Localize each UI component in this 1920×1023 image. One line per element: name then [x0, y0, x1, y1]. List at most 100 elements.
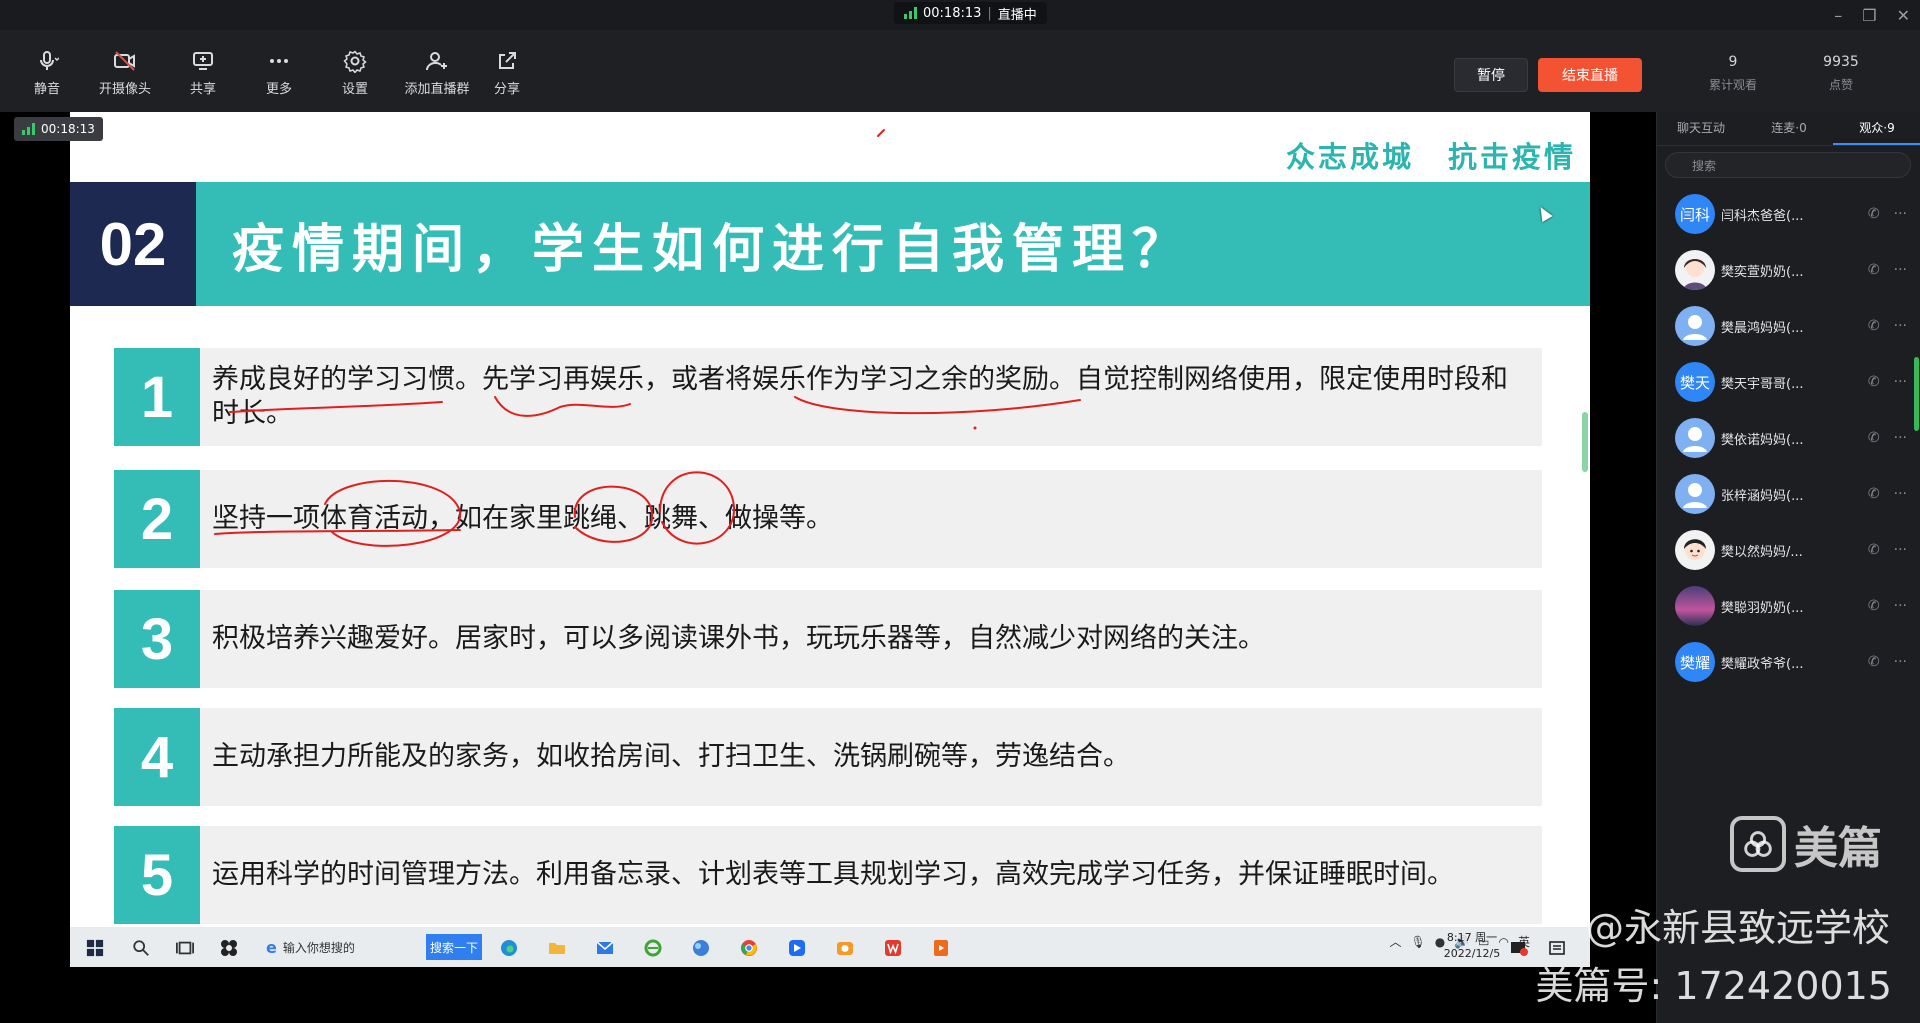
- list-item: 1 养成良好的学习习惯。先学习再娱乐，或者将娱乐作为学习之余的奖励。自觉控制网络…: [114, 348, 1542, 446]
- avatar: [1675, 586, 1715, 626]
- tab-audience[interactable]: 观众·9: [1833, 112, 1920, 145]
- live-timer: 00:18:13: [923, 5, 982, 21]
- more-button[interactable]: 更多: [242, 48, 316, 97]
- panel-scrollbar[interactable]: [1914, 357, 1919, 431]
- avatar: 樊耀: [1675, 642, 1715, 682]
- default-user-icon: [1683, 315, 1707, 340]
- presentation-slide: 众志成城 抗击疫情 02 疫情期间，学生如何进行自我管理？ 1 养成良好的学习习惯…: [70, 112, 1590, 927]
- more-icon[interactable]: ···: [1894, 598, 1907, 614]
- wps-icon[interactable]: [882, 937, 904, 959]
- more-icon[interactable]: ···: [1894, 430, 1907, 446]
- taskbar-search-input[interactable]: 输入你想搜的: [283, 939, 355, 956]
- cumulative-viewers-stat: 9 累计观看: [1688, 54, 1778, 93]
- list-item[interactable]: 樊耀 樊耀政爷爷(... ✆ ···: [1657, 634, 1920, 690]
- list-item[interactable]: 张梓涵妈妈(... ✆ ···: [1657, 466, 1920, 522]
- more-icon[interactable]: ···: [1894, 318, 1907, 334]
- close-icon[interactable]: ✕: [1897, 6, 1910, 25]
- camera-off-icon: [114, 51, 135, 71]
- microphone-icon: [40, 51, 59, 70]
- audience-list: 闫科 闫科杰爸爸(... ✆ ··· 樊奕萱奶奶(... ✆ ··· 樊晨鸿妈妈(.…: [1657, 186, 1920, 690]
- add-user-icon: [426, 52, 447, 71]
- phone-icon[interactable]: ✆: [1868, 542, 1880, 558]
- pen-stroke: [877, 129, 885, 137]
- item-text: 积极培养兴趣爱好。居家时，可以多阅读课外书，玩玩乐器等，自然减少对网络的关注。: [212, 623, 1265, 654]
- tab-co-host[interactable]: 连麦·0: [1745, 112, 1833, 145]
- list-item[interactable]: 樊晨鸿妈妈(... ✆ ···: [1657, 298, 1920, 354]
- phone-icon[interactable]: ✆: [1868, 654, 1880, 670]
- settings-button[interactable]: 设置: [318, 48, 392, 97]
- more-icon[interactable]: ···: [1894, 654, 1907, 670]
- user-name: 樊天宇哥哥(...: [1721, 376, 1804, 392]
- phone-icon[interactable]: ✆: [1868, 374, 1880, 390]
- search-icon[interactable]: [130, 937, 152, 959]
- edge-icon[interactable]: [498, 937, 520, 959]
- end-live-button[interactable]: 结束直播: [1538, 58, 1642, 92]
- list-item[interactable]: 樊依诺妈妈(... ✆ ···: [1657, 410, 1920, 466]
- mic-tray-icon[interactable]: 🎙: [1410, 935, 1425, 949]
- notification-badge-icon[interactable]: [1508, 937, 1530, 959]
- section-banner: 02 疫情期间，学生如何进行自我管理？: [70, 182, 1590, 306]
- watermark-account: @永新县致远学校: [1585, 906, 1890, 950]
- taskbar-search[interactable]: e 输入你想搜的: [266, 935, 416, 959]
- phone-icon[interactable]: ✆: [1868, 486, 1880, 502]
- user-name: 张梓涵妈妈(...: [1721, 488, 1804, 504]
- globe-icon[interactable]: [690, 937, 712, 959]
- slides-app-icon[interactable]: [930, 937, 952, 959]
- camera-button[interactable]: 开摄像头: [88, 48, 162, 97]
- live-status-pill: 00:18:13 | 直播中: [894, 2, 1047, 24]
- list-item[interactable]: 樊聪羽奶奶(... ✆ ···: [1657, 578, 1920, 634]
- avatar: [1675, 418, 1715, 458]
- item-text: 养成良好的学习习惯。先学习再娱乐，或者将娱乐作为学习之余的奖励。自觉控制网络使用…: [212, 364, 1508, 429]
- taskbar-clock[interactable]: 8:17 周一 2022/12/5: [1430, 930, 1514, 962]
- slogan-right: 抗击疫情: [1447, 140, 1576, 174]
- more-icon[interactable]: ···: [1894, 542, 1907, 558]
- share-screen-button[interactable]: 共享: [166, 48, 240, 97]
- share-link-button[interactable]: 分享: [470, 48, 544, 97]
- phone-icon[interactable]: ✆: [1868, 318, 1880, 334]
- more-icon[interactable]: ···: [1894, 262, 1907, 278]
- share-link-label: 分享: [493, 82, 520, 97]
- phone-icon[interactable]: ✆: [1868, 430, 1880, 446]
- stage-signal-icon: [22, 123, 35, 135]
- list-item[interactable]: 樊天 樊天宇哥哥(... ✆ ···: [1657, 354, 1920, 410]
- settings-label: 设置: [341, 82, 368, 97]
- windows-taskbar: e 输入你想搜的 搜索一下 ︿ 🎙 ● 🔊 ▭ ◠ 英 8:17 周一 2022…: [70, 927, 1590, 967]
- mail-icon[interactable]: [594, 937, 616, 959]
- clock-time: 8:17 周一: [1446, 931, 1498, 944]
- folder-icon[interactable]: [546, 937, 568, 959]
- live-app-icon[interactable]: [786, 937, 808, 959]
- windows-start-icon[interactable]: [84, 937, 106, 959]
- camera-app-icon[interactable]: [834, 937, 856, 959]
- item-text: 运用科学的时间管理方法。利用备忘录、计划表等工具规划学习，高效完成学习任务，并保…: [212, 859, 1454, 890]
- audience-search-input[interactable]: 搜索: [1665, 152, 1911, 178]
- avatar: [1675, 530, 1715, 570]
- more-icon[interactable]: ···: [1894, 206, 1907, 222]
- watermark-logo: 美篇: [1730, 812, 1882, 876]
- item-number: 3: [114, 590, 200, 688]
- minimize-icon[interactable]: –: [1834, 6, 1842, 25]
- likes-stat: 9935 点赞: [1796, 54, 1886, 93]
- pause-button[interactable]: 暂停: [1454, 58, 1528, 92]
- task-view-icon[interactable]: [174, 937, 196, 959]
- add-group-button[interactable]: 添加直播群: [394, 48, 480, 97]
- more-icon[interactable]: ···: [1894, 486, 1907, 502]
- list-item[interactable]: 樊以然妈妈/... ✆ ···: [1657, 522, 1920, 578]
- cumulative-viewers-label: 累计观看: [1708, 78, 1757, 92]
- browser-e-icon: e: [266, 937, 277, 957]
- tab-chat[interactable]: 聊天互动: [1657, 112, 1745, 145]
- slide-scroll-indicator[interactable]: [1582, 412, 1588, 472]
- gear-icon: [343, 50, 367, 73]
- app-swirl-icon[interactable]: [218, 937, 240, 959]
- mute-button[interactable]: 静音: [10, 48, 84, 97]
- chrome-icon[interactable]: [738, 937, 760, 959]
- list-item[interactable]: 樊奕萱奶奶(... ✆ ···: [1657, 242, 1920, 298]
- list-item[interactable]: 闫科 闫科杰爸爸(... ✆ ···: [1657, 186, 1920, 242]
- phone-icon[interactable]: ✆: [1868, 598, 1880, 614]
- more-icon[interactable]: ···: [1894, 374, 1907, 390]
- phone-icon[interactable]: ✆: [1868, 262, 1880, 278]
- taskbar-search-button[interactable]: 搜索一下: [426, 934, 482, 960]
- phone-icon[interactable]: ✆: [1868, 206, 1880, 222]
- restore-icon[interactable]: ❐: [1862, 6, 1876, 25]
- chevron-up-icon[interactable]: ︿: [1389, 933, 1401, 950]
- ie-browser-icon[interactable]: [642, 937, 664, 959]
